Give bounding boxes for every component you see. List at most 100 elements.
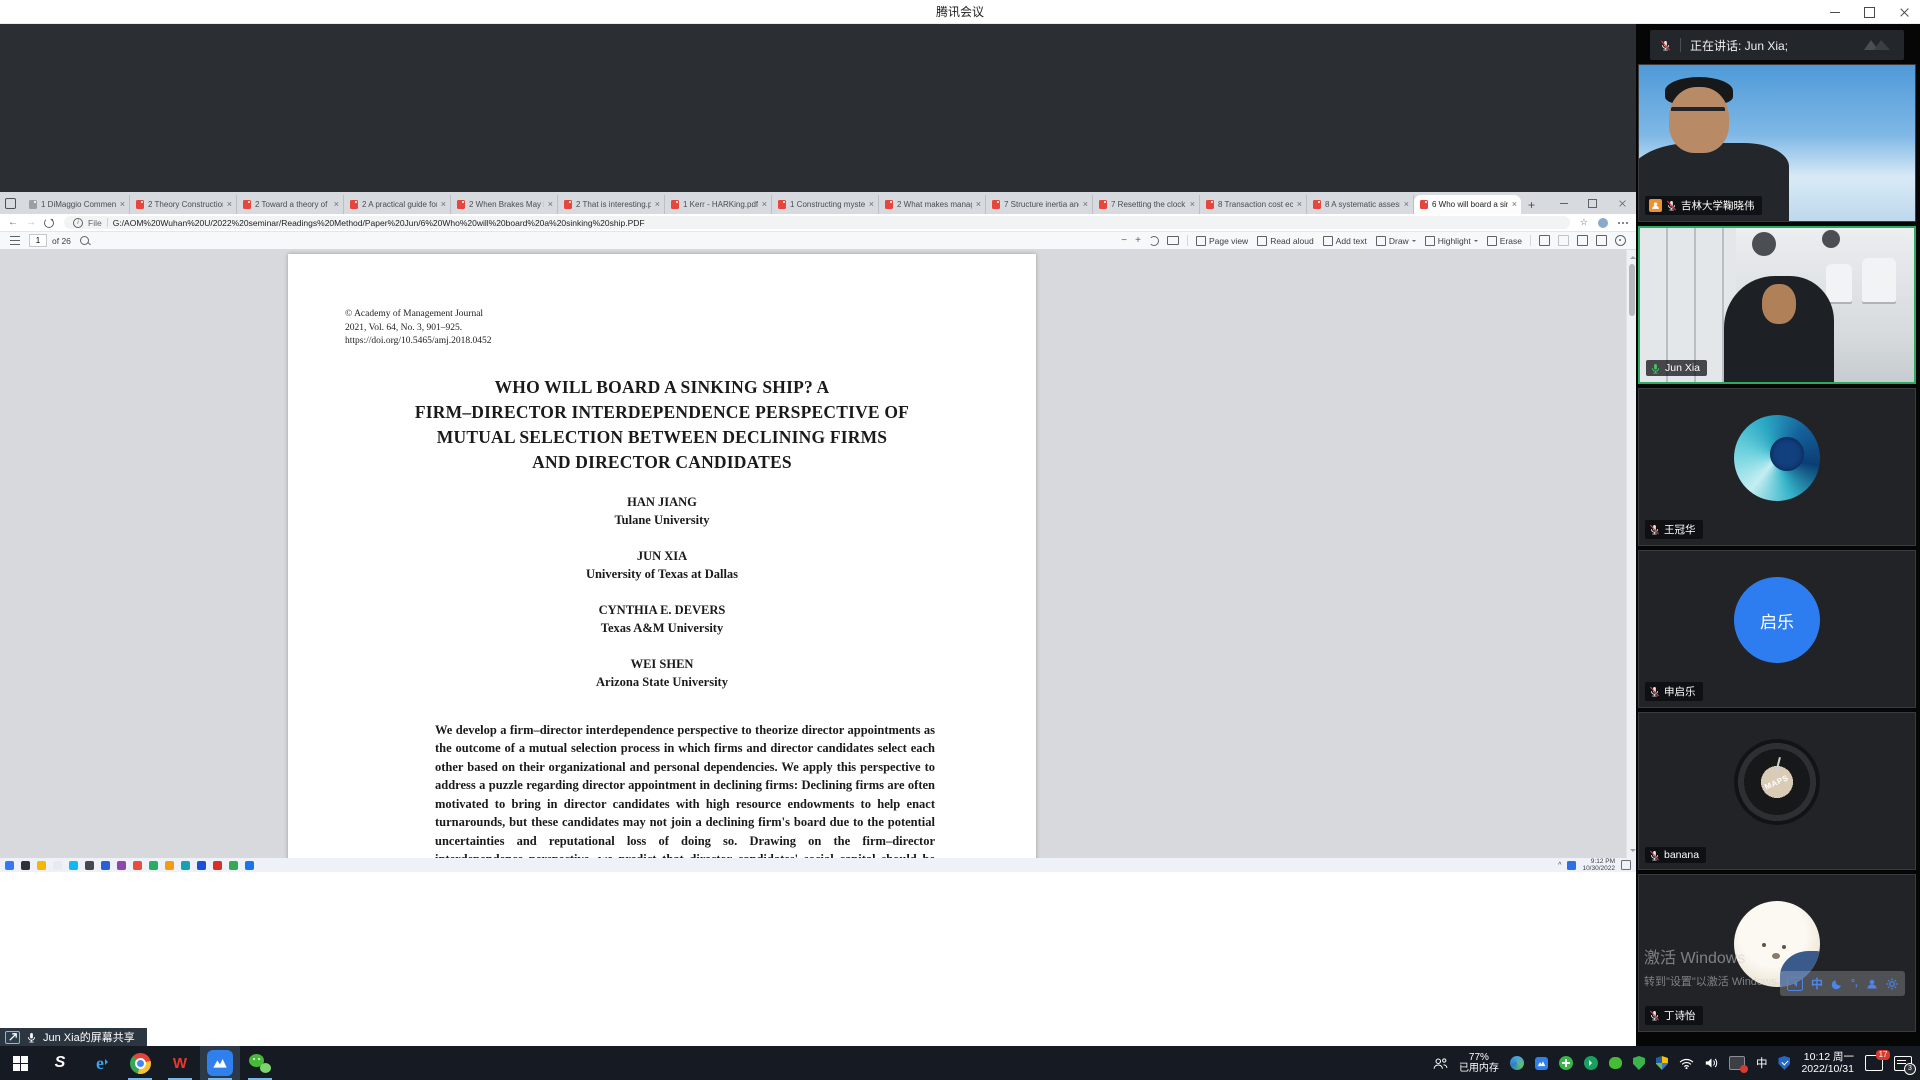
memory-usage[interactable]: 77% 已用内存 <box>1459 1052 1499 1074</box>
wechat-tray-icon[interactable] <box>1609 1057 1622 1069</box>
favorites-star-icon[interactable]: ☆ <box>1580 218 1588 227</box>
ime-indicator[interactable]: 中 <box>1756 1055 1768 1071</box>
pdf-scrollbar[interactable] <box>1626 250 1636 858</box>
shared-taskbar-app-icon[interactable] <box>197 861 206 870</box>
taskbar-search-button[interactable]: S <box>40 1046 80 1080</box>
zoom-out-icon[interactable]: − <box>1121 236 1127 246</box>
shared-taskbar-app-icon[interactable] <box>101 861 110 870</box>
gear-icon[interactable] <box>1886 978 1898 990</box>
tab-close-icon[interactable]: × <box>762 200 767 209</box>
browser-tab[interactable]: 1 Constructing mystery.pdf × <box>772 195 879 214</box>
pdf-tool-button[interactable]: Page view <box>1196 236 1248 246</box>
print-icon[interactable] <box>1539 235 1550 246</box>
participant-tile[interactable]: 启乐 申启乐 <box>1638 550 1916 708</box>
tab-close-icon[interactable]: × <box>548 200 553 209</box>
shared-taskbar-app-icon[interactable] <box>149 861 158 870</box>
shared-taskbar-app-icon[interactable] <box>69 861 78 870</box>
browser-minimize-icon[interactable] <box>1560 203 1568 204</box>
shared-taskbar-app-icon[interactable] <box>181 861 190 870</box>
tab-close-icon[interactable]: × <box>976 200 981 209</box>
capture-tray-icon[interactable] <box>1729 1056 1745 1070</box>
back-icon[interactable]: ← <box>8 218 18 228</box>
shared-taskbar-app-icon[interactable] <box>21 861 30 870</box>
save-as-icon[interactable] <box>1577 235 1588 246</box>
shared-taskbar-app-icon[interactable] <box>165 861 174 870</box>
close-icon[interactable] <box>1899 7 1910 18</box>
pdf-viewport[interactable]: © Academy of Management Journal2021, Vol… <box>0 250 1636 858</box>
shared-taskbar-app-icon[interactable] <box>117 861 126 870</box>
tab-close-icon[interactable]: × <box>441 200 446 209</box>
shared-notification-icon[interactable] <box>1621 860 1631 870</box>
fit-page-icon[interactable] <box>1167 236 1179 245</box>
minimize-icon[interactable] <box>1830 12 1840 13</box>
tab-strip-icon[interactable] <box>5 198 16 209</box>
volume-icon[interactable] <box>1705 1057 1718 1069</box>
tab-close-icon[interactable]: × <box>120 200 125 209</box>
tab-close-icon[interactable]: × <box>869 200 874 209</box>
wifi-icon[interactable] <box>1679 1058 1694 1069</box>
tab-close-icon[interactable]: × <box>1404 200 1409 209</box>
browser-tab[interactable]: 2 When Brakes May Not Wo × <box>451 195 558 214</box>
page-info-icon[interactable]: i <box>73 218 83 228</box>
tab-close-icon[interactable]: × <box>1297 200 1302 209</box>
browser-menu-icon[interactable] <box>1618 222 1620 224</box>
taskbar-wps-button[interactable]: W <box>160 1046 200 1080</box>
shared-taskbar-app-icon[interactable] <box>245 861 254 870</box>
shared-taskbar-app-icon[interactable] <box>229 861 238 870</box>
address-bar[interactable]: i File G:/AOM%20Wuhan%20U/2022%20seminar… <box>64 216 1570 229</box>
shared-ime-icon[interactable] <box>1567 861 1576 870</box>
zoom-in-icon[interactable]: + <box>1135 236 1141 246</box>
browser-maximize-icon[interactable] <box>1588 199 1597 208</box>
shared-taskbar-app-icon[interactable] <box>37 861 46 870</box>
reload-icon[interactable] <box>44 218 54 228</box>
notification-icon[interactable]: 17 <box>1865 1055 1883 1071</box>
start-button[interactable] <box>0 1046 40 1080</box>
pdf-tool-button[interactable]: Erase <box>1487 236 1522 246</box>
meeting-tray-icon[interactable] <box>1535 1057 1548 1070</box>
save-icon[interactable] <box>1558 235 1569 246</box>
taskbar-clock[interactable]: 10:12 周一 2022/10/31 <box>1801 1051 1854 1076</box>
scroll-down-icon[interactable] <box>1630 849 1636 855</box>
tab-close-icon[interactable]: × <box>227 200 232 209</box>
tab-close-icon[interactable]: × <box>655 200 660 209</box>
person-icon[interactable] <box>1866 978 1878 990</box>
pdf-tool-button[interactable]: Add text <box>1323 236 1367 246</box>
tab-close-icon[interactable]: × <box>334 200 339 209</box>
browser-tab[interactable]: 6 Who will board a sinking shi × <box>1414 195 1521 214</box>
defender-shield-icon[interactable]: × <box>1656 1056 1668 1070</box>
pdf-page-input[interactable] <box>29 234 47 247</box>
browser-tab[interactable]: 8 Transaction cost economic × <box>1200 195 1307 214</box>
fullscreen-icon[interactable] <box>1596 235 1607 246</box>
rotate-icon[interactable] <box>1149 236 1159 246</box>
browser-tab[interactable]: 2 That is interesting.pdf × <box>558 195 665 214</box>
trusted-shield-icon[interactable] <box>1778 1056 1790 1070</box>
participant-tile[interactable]: 丁诗怡 <box>1638 874 1916 1032</box>
browser-close-icon[interactable] <box>1618 199 1626 207</box>
ime-speaker-icon[interactable] <box>1787 977 1803 991</box>
tab-close-icon[interactable]: × <box>1512 200 1517 209</box>
pdf-tool-button[interactable]: Read aloud <box>1257 236 1313 246</box>
shared-taskbar-app-icon[interactable] <box>53 861 62 870</box>
antivirus-tray-icon[interactable] <box>1559 1056 1573 1070</box>
taskbar-ie-button[interactable]: e <box>80 1046 120 1080</box>
taskbar-chrome-button[interactable] <box>120 1046 160 1080</box>
accelerator-tray-icon[interactable] <box>1584 1056 1598 1070</box>
moon-icon[interactable] <box>1831 978 1843 990</box>
security-shield-icon[interactable] <box>1633 1056 1645 1070</box>
taskbar-meeting-button[interactable] <box>200 1046 240 1080</box>
shared-taskbar-app-icon[interactable] <box>5 861 14 870</box>
tray-expand-icon[interactable]: ^ <box>1558 862 1561 869</box>
pdf-tool-button[interactable]: Highlight <box>1425 236 1478 246</box>
browser-tab[interactable]: 2 Toward a theory of paradox × <box>237 195 344 214</box>
participant-tile[interactable]: MAPS banana <box>1638 712 1916 870</box>
browser-tab[interactable]: 2 What makes management × <box>879 195 986 214</box>
browser-tab[interactable]: 7 Resetting the clock The dyn × <box>1093 195 1200 214</box>
browser-tab[interactable]: 8 A systematic assessment of × <box>1307 195 1414 214</box>
browser-tab[interactable]: 1 DiMaggio Comments on 'Wh × <box>23 195 130 214</box>
shared-taskbar-app-icon[interactable] <box>133 861 142 870</box>
browser-tab[interactable]: 2 Theory Construction as Disc × <box>130 195 237 214</box>
network-globe-icon[interactable] <box>1510 1056 1524 1070</box>
scroll-up-icon[interactable] <box>1630 253 1636 259</box>
pdf-search-icon[interactable] <box>80 236 89 245</box>
ime-punctuation-icon[interactable]: °, <box>1851 978 1858 989</box>
